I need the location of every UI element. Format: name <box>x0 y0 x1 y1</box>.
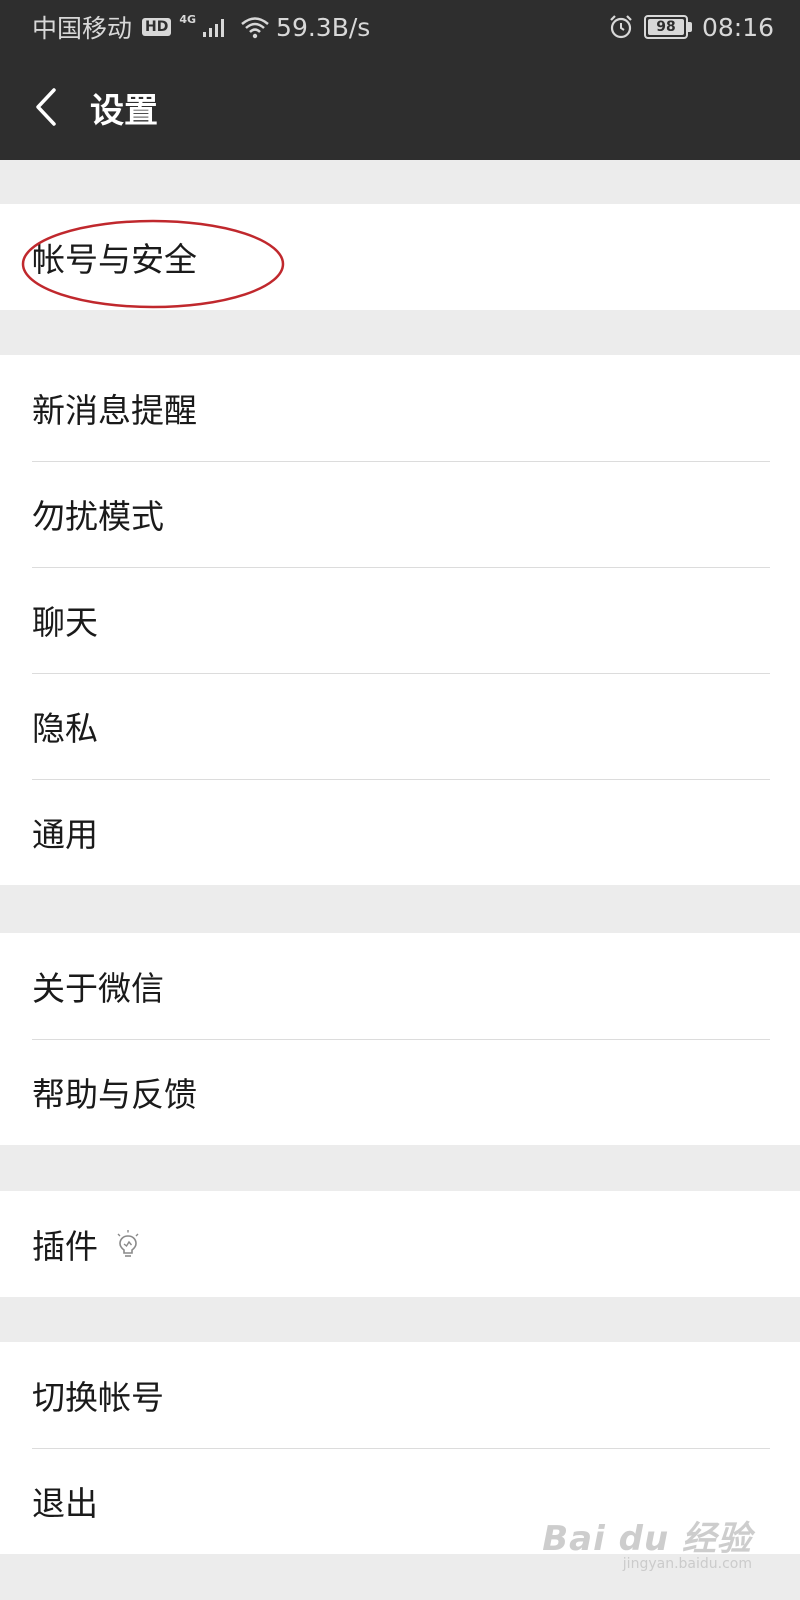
settings-item-account-security[interactable]: 帐号与安全 <box>0 204 800 310</box>
settings-item-label: 隐私 <box>32 709 98 748</box>
settings-item-help-feedback[interactable]: 帮助与反馈 <box>0 1039 800 1145</box>
hd-icon: HD <box>142 18 172 36</box>
settings-item-new-message-alerts[interactable]: 新消息提醒 <box>0 355 800 461</box>
baidu-watermark: Bai du 经验 jingyan.baidu.com <box>542 1511 752 1572</box>
settings-item-chat[interactable]: 聊天 <box>0 567 800 673</box>
settings-group-about: 关于微信 帮助与反馈 <box>0 933 800 1145</box>
status-left: 中国移动 HD 4G 59.3B/s <box>32 0 370 54</box>
network-type-label: 4G <box>179 12 197 26</box>
status-right: 98 08:16 <box>608 0 774 54</box>
settings-item-about-wechat[interactable]: 关于微信 <box>0 933 800 1039</box>
back-button[interactable] <box>26 82 66 132</box>
clock-label: 08:16 <box>701 12 774 42</box>
settings-item-label: 退出 <box>32 1484 98 1523</box>
settings-group-plugins: 插件 <box>0 1191 800 1297</box>
wifi-icon <box>241 17 269 39</box>
watermark-logo: Bai du 经验 <box>542 1519 752 1559</box>
settings-item-label: 关于微信 <box>32 969 164 1008</box>
carrier-label: 中国移动 <box>32 14 133 43</box>
nav-bar: 设置 <box>0 54 800 160</box>
status-bar: 中国移动 HD 4G 59.3B/s 98 08:16 <box>0 0 800 54</box>
settings-group-general: 新消息提醒 勿扰模式 聊天 隐私 通用 <box>0 355 800 885</box>
chevron-left-icon <box>36 88 56 126</box>
settings-group-account: 帐号与安全 <box>0 204 800 310</box>
signal-icon <box>203 19 225 37</box>
battery-icon: 98 <box>643 15 692 39</box>
settings-item-privacy[interactable]: 隐私 <box>0 673 800 779</box>
settings-item-label: 切换帐号 <box>32 1378 164 1417</box>
settings-item-plugins[interactable]: 插件 <box>0 1191 800 1297</box>
settings-item-label: 插件 <box>32 1227 98 1266</box>
settings-item-label: 聊天 <box>32 603 98 642</box>
lightbulb-icon <box>114 1229 142 1259</box>
battery-level: 98 <box>647 19 684 35</box>
settings-item-label: 勿扰模式 <box>32 497 164 536</box>
settings-item-do-not-disturb[interactable]: 勿扰模式 <box>0 461 800 567</box>
settings-item-label: 新消息提醒 <box>32 391 197 430</box>
settings-item-switch-account[interactable]: 切换帐号 <box>0 1342 800 1448</box>
page-title: 设置 <box>90 90 158 131</box>
settings-item-general[interactable]: 通用 <box>0 779 800 885</box>
network-speed-label: 59.3B/s <box>276 12 371 42</box>
settings-item-label: 帮助与反馈 <box>32 1075 197 1114</box>
settings-item-label: 通用 <box>32 815 98 854</box>
alarm-icon <box>610 15 632 39</box>
settings-item-label: 帐号与安全 <box>32 240 197 279</box>
